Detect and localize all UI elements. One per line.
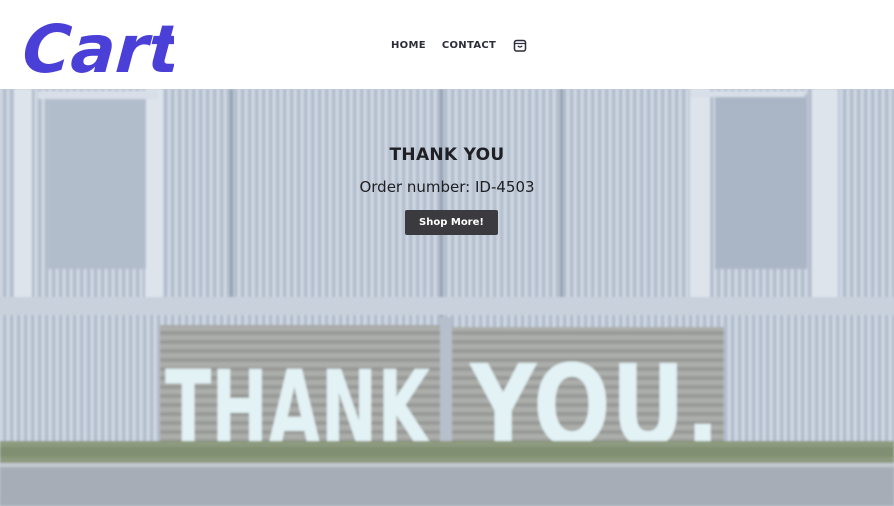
site-header: Cart HOME CONTACT: [0, 0, 894, 89]
logo-text: Cart: [22, 11, 174, 84]
main-nav: HOME CONTACT: [391, 36, 528, 54]
order-number-text: Order number: ID-4503: [359, 178, 535, 196]
shop-more-button[interactable]: Shop More!: [405, 210, 498, 235]
shopping-bag-icon[interactable]: [512, 37, 528, 53]
hero-section: THANK YOU. THANK YOU Order number: ID-45…: [0, 89, 894, 506]
nav-contact-link[interactable]: CONTACT: [442, 40, 496, 51]
nav-home-link[interactable]: HOME: [391, 40, 426, 51]
thank-you-title: THANK YOU: [389, 145, 505, 165]
cart-logo[interactable]: Cart: [22, 4, 174, 84]
